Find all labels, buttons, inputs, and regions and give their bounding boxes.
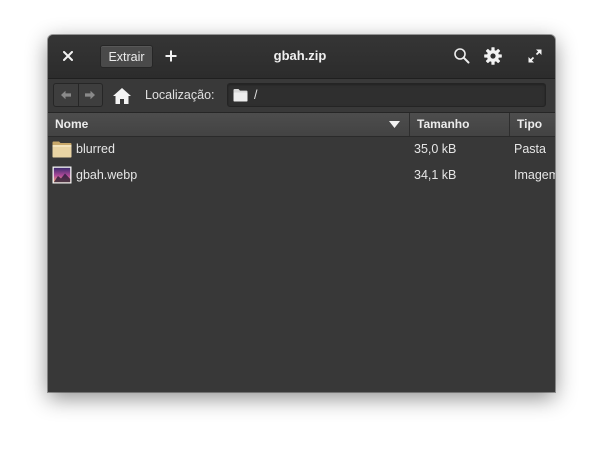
add-files-button[interactable] [161, 46, 181, 66]
gear-icon [484, 47, 502, 65]
maximize-button[interactable] [527, 48, 543, 64]
file-name: blurred [76, 142, 115, 156]
plus-icon [165, 50, 177, 62]
column-header-size[interactable]: Tamanho [410, 113, 510, 136]
file-row-gbah-webp[interactable]: gbah.webp 34,1 kB Imagem [48, 163, 555, 189]
location-label: Localização: [145, 88, 215, 102]
file-size: 34,1 kB [414, 168, 457, 182]
file-type: Pasta [514, 142, 546, 156]
file-list: blurred 35,0 kB Pasta gbah.webp 34,1 kB [48, 137, 555, 392]
back-button[interactable] [54, 84, 78, 106]
column-header-type[interactable]: Tipo [510, 113, 555, 136]
extract-button[interactable]: Extrair [100, 45, 153, 68]
home-icon [113, 88, 131, 104]
search-button[interactable] [453, 47, 471, 65]
folder-icon [233, 89, 248, 102]
file-row-blurred[interactable]: blurred 35,0 kB Pasta [48, 137, 555, 163]
close-button[interactable] [58, 46, 78, 66]
maximize-icon [528, 49, 542, 63]
file-type: Imagem [514, 168, 555, 182]
arrow-left-icon [60, 90, 71, 100]
file-size: 35,0 kB [414, 142, 457, 156]
column-header-name-label: Nome [55, 117, 89, 131]
sort-descending-icon [389, 121, 400, 128]
file-name: gbah.webp [76, 168, 138, 182]
navigation-buttons [53, 83, 103, 107]
close-icon [63, 51, 73, 61]
archive-manager-window: Extrair gbah.zip Localização: / Nome Tam… [48, 35, 555, 392]
title-bar: Extrair gbah.zip [48, 35, 555, 79]
image-thumbnail-icon [52, 166, 72, 184]
column-header-type-label: Tipo [517, 117, 543, 131]
file-list-header: Nome Tamanho Tipo [48, 113, 555, 137]
settings-button[interactable] [483, 46, 503, 66]
window-title: gbah.zip [273, 48, 327, 63]
location-path: / [254, 88, 258, 102]
search-icon [454, 48, 470, 64]
folder-icon [52, 141, 72, 158]
location-field[interactable]: / [227, 83, 546, 107]
forward-button[interactable] [77, 84, 103, 106]
arrow-right-icon [85, 90, 96, 100]
column-header-name[interactable]: Nome [48, 113, 410, 136]
location-bar: Localização: / [48, 79, 555, 113]
home-button[interactable] [112, 86, 132, 106]
column-header-size-label: Tamanho [417, 117, 470, 131]
